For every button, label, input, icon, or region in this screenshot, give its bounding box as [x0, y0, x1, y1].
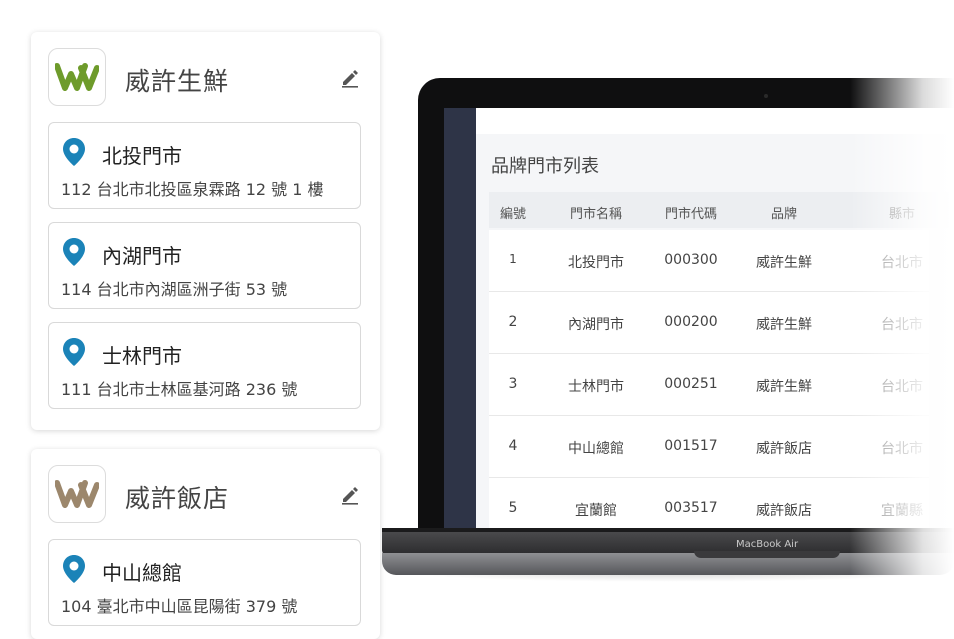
laptop-notch — [694, 551, 840, 558]
brand-card-hotel: 威許飯店 中山總館 104 臺北市中山區昆陽街 379 號 — [31, 449, 380, 639]
brand-logo — [48, 48, 106, 106]
cell-brand: 威許生鮮 — [756, 379, 812, 395]
store-item[interactable]: 北投門市 112 台北市北投區泉霖路 12 號 1 樓 — [48, 122, 361, 209]
column-header: 品牌 — [770, 207, 798, 222]
column-header: 縣市 — [888, 207, 916, 222]
camera-icon — [764, 94, 768, 98]
cell-brand: 威許飯店 — [756, 503, 812, 519]
cell-name: 內湖門市 — [568, 317, 624, 333]
brand-header: 威許飯店 — [31, 449, 380, 539]
store-item[interactable]: 內湖門市 114 台北市內湖區洲子街 53 號 — [48, 222, 361, 309]
cell-code: 000300 — [664, 252, 718, 268]
store-address: 112 台北市北投區泉霖路 12 號 1 樓 — [61, 180, 324, 199]
cell-city: 台北市 — [881, 379, 923, 395]
brand-card-fresh: 威許生鮮 北投門市 112 台北市北投區泉霖路 12 號 1 樓 內湖門市 11… — [31, 32, 380, 430]
cell-city: 台北市 — [881, 317, 923, 333]
laptop-screen: 品牌門市列表 編號 門市名稱 門市代碼 品牌 縣市 1 北投門市 000300 … — [444, 108, 954, 528]
cell-city: 宜蘭縣 — [881, 503, 923, 519]
table-row[interactable]: 2 內湖門市 000200 威許生鮮 台北市 — [489, 292, 929, 354]
cell-name: 中山總館 — [568, 441, 624, 457]
cell-city: 台北市 — [881, 441, 923, 457]
app-sidebar — [444, 108, 476, 528]
cell-brand: 威許生鮮 — [756, 255, 812, 271]
page-title: 品牌門市列表 — [491, 156, 599, 177]
brand-name: 威許生鮮 — [125, 67, 230, 96]
cell-id: 5 — [508, 500, 518, 516]
cell-name: 宜蘭館 — [575, 503, 617, 519]
location-pin-icon — [63, 555, 85, 583]
laptop-model-label: MacBook Air — [736, 539, 799, 550]
cell-code: 000200 — [664, 314, 718, 330]
store-item[interactable]: 中山總館 104 臺北市中山區昆陽街 379 號 — [48, 539, 361, 626]
column-header: 門市代碼 — [664, 207, 718, 222]
store-address: 111 台北市士林區基河路 236 號 — [61, 380, 298, 399]
store-address: 104 臺北市中山區昆陽街 379 號 — [61, 597, 298, 616]
table-row[interactable]: 5 宜蘭館 003517 威許飯店 宜蘭縣 — [489, 478, 929, 528]
cell-name: 士林門市 — [568, 379, 624, 395]
table-row[interactable]: 4 中山總館 001517 威許飯店 台北市 — [489, 416, 929, 478]
table-row[interactable]: 3 士林門市 000251 威許生鮮 台北市 — [489, 354, 929, 416]
brand-header: 威許生鮮 — [31, 32, 380, 122]
store-address: 114 台北市內湖區洲子街 53 號 — [61, 280, 288, 299]
cell-code: 001517 — [664, 438, 718, 454]
store-name: 內湖門市 — [102, 244, 182, 268]
store-item[interactable]: 士林門市 111 台北市士林區基河路 236 號 — [48, 322, 361, 409]
cell-id: 2 — [508, 314, 518, 330]
laptop-base-edge — [382, 553, 954, 575]
table-row[interactable]: 1 北投門市 000300 威許生鮮 台北市 — [489, 230, 929, 292]
store-table: 1 北投門市 000300 威許生鮮 台北市 2 內湖門市 000200 威許生… — [489, 230, 929, 528]
brand-logo — [48, 465, 106, 523]
cell-code: 000251 — [664, 376, 718, 392]
cell-id: 3 — [508, 376, 518, 392]
table-header: 編號 門市名稱 門市代碼 品牌 縣市 — [489, 192, 949, 228]
app-topbar — [476, 108, 954, 134]
pencil-icon[interactable] — [340, 485, 360, 505]
pencil-icon[interactable] — [340, 68, 360, 88]
cell-brand: 威許飯店 — [756, 441, 812, 457]
column-header: 門市名稱 — [569, 207, 623, 222]
store-name: 北投門市 — [102, 144, 182, 168]
cell-id: 4 — [508, 438, 518, 454]
store-name: 士林門市 — [102, 344, 182, 368]
store-name: 中山總館 — [102, 561, 182, 585]
cell-name: 北投門市 — [568, 255, 624, 271]
location-pin-icon — [63, 138, 85, 166]
cell-code: 003517 — [664, 500, 718, 516]
brand-name: 威許飯店 — [125, 484, 230, 513]
column-header: 編號 — [499, 207, 527, 222]
cell-brand: 威許生鮮 — [756, 317, 812, 333]
location-pin-icon — [63, 338, 85, 366]
cell-id: 1 — [509, 252, 517, 266]
cell-city: 台北市 — [881, 255, 923, 271]
app-content: 品牌門市列表 編號 門市名稱 門市代碼 品牌 縣市 1 北投門市 000300 … — [476, 134, 954, 528]
location-pin-icon — [63, 238, 85, 266]
